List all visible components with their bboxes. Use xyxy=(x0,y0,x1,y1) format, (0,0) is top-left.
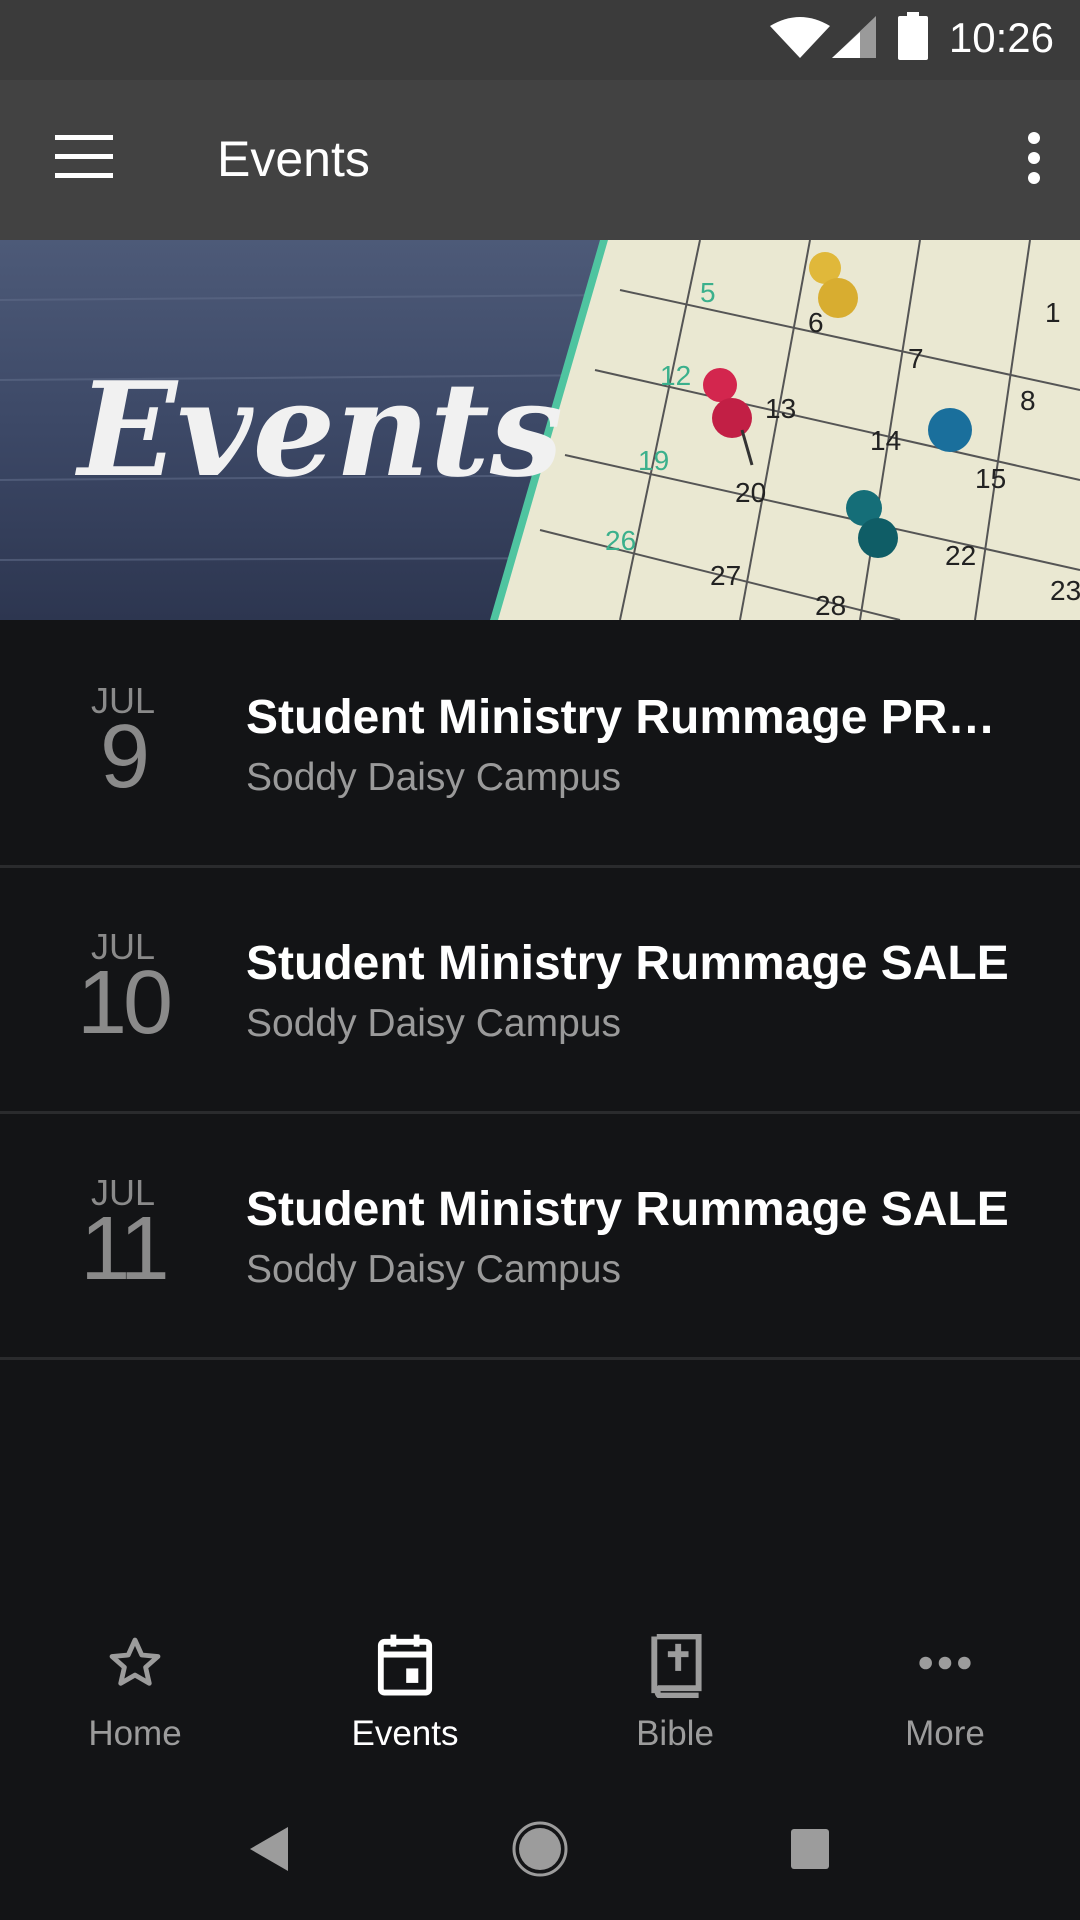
tab-bible[interactable]: Bible xyxy=(540,1604,810,1775)
recents-icon[interactable] xyxy=(791,1829,829,1869)
star-icon xyxy=(109,1637,161,1686)
event-location: Soddy Daisy Campus xyxy=(246,1248,621,1291)
tab-events[interactable]: Events xyxy=(270,1604,540,1775)
system-navigation-bar xyxy=(0,1775,1080,1920)
banner-logo-text: Events xyxy=(74,353,563,506)
more-vert-icon[interactable] xyxy=(1026,132,1042,184)
signal-icon xyxy=(832,16,876,58)
app-bar: Events xyxy=(0,80,1080,240)
svg-text:12: 12 xyxy=(660,360,691,391)
event-day: 10 xyxy=(76,953,173,1053)
svg-text:13: 13 xyxy=(765,393,796,424)
event-row[interactable]: JUL 11 Student Ministry Rummage SALE Sod… xyxy=(0,1112,1080,1360)
wifi-icon xyxy=(770,17,830,58)
tab-label: Bible xyxy=(636,1714,714,1753)
svg-text:14: 14 xyxy=(870,425,901,456)
svg-text:8: 8 xyxy=(1020,385,1036,416)
svg-text:27: 27 xyxy=(710,560,741,591)
svg-text:19: 19 xyxy=(638,445,669,476)
svg-text:22: 22 xyxy=(945,540,976,571)
event-title: Student Ministry Rummage PRE-SALE xyxy=(246,691,1026,744)
bible-icon xyxy=(651,1634,702,1698)
tab-label: Home xyxy=(88,1714,182,1753)
event-location: Soddy Daisy Campus xyxy=(246,756,621,799)
svg-text:15: 15 xyxy=(975,463,1006,494)
svg-text:6: 6 xyxy=(808,307,824,338)
event-row[interactable]: JUL 10 Student Ministry Rummage SALE Sod… xyxy=(0,866,1080,1114)
event-title: Student Ministry Rummage SALE xyxy=(246,937,1009,990)
tab-label: More xyxy=(905,1714,985,1753)
battery-icon xyxy=(898,12,928,60)
event-location: Soddy Daisy Campus xyxy=(246,1002,621,1045)
tab-more[interactable]: More xyxy=(810,1604,1080,1775)
status-time: 10:26 xyxy=(948,14,1054,61)
svg-text:5: 5 xyxy=(700,277,716,308)
svg-text:28: 28 xyxy=(815,590,846,620)
event-row[interactable]: JUL 9 Student Ministry Rummage PRE-SALE … xyxy=(0,620,1080,868)
tab-home[interactable]: Home xyxy=(0,1604,270,1775)
hamburger-icon[interactable] xyxy=(55,135,113,181)
events-banner-image: 5 6 1 12 13 7 8 19 14 15 20 22 26 27 28 23 Events xyxy=(0,240,1080,620)
event-day: 9 xyxy=(99,707,150,807)
more-horiz-icon xyxy=(919,1656,971,1670)
bottom-navigation: Home Events Bible More xyxy=(0,1604,1080,1775)
svg-text:20: 20 xyxy=(735,477,766,508)
event-day: 11 xyxy=(80,1199,169,1299)
calendar-icon xyxy=(377,1634,433,1696)
tab-label: Events xyxy=(351,1714,459,1753)
back-icon[interactable] xyxy=(250,1827,290,1871)
svg-text:23: 23 xyxy=(1050,575,1080,606)
svg-text:1: 1 xyxy=(1045,297,1061,328)
home-icon[interactable] xyxy=(511,1820,569,1878)
svg-text:26: 26 xyxy=(605,525,636,556)
svg-text:7: 7 xyxy=(908,343,924,374)
event-title: Student Ministry Rummage SALE xyxy=(246,1183,1009,1236)
page-title: Events xyxy=(217,131,370,187)
status-bar: 10:26 xyxy=(0,0,1080,80)
